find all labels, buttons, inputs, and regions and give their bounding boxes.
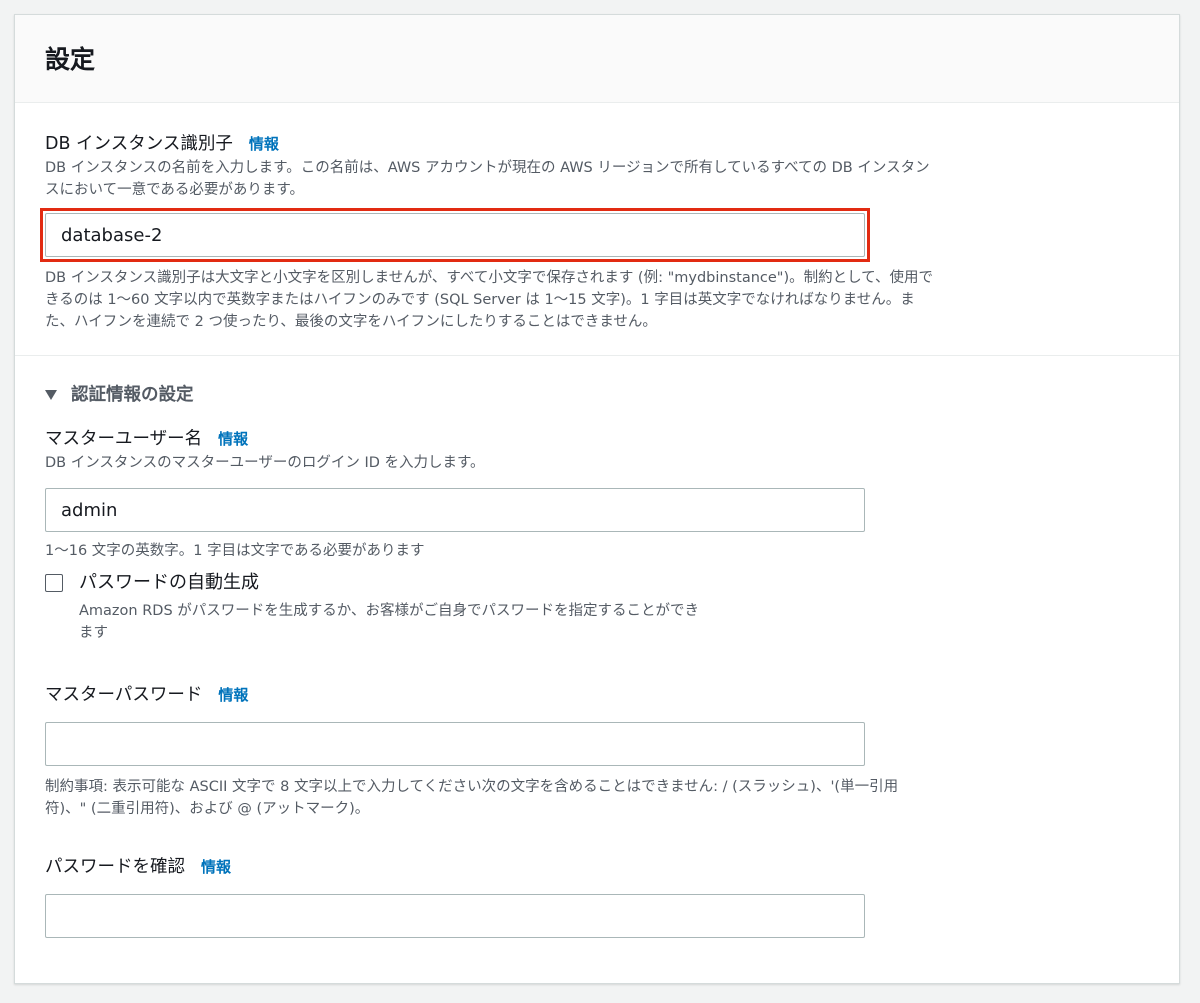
confirm-password-info-link[interactable]: 情報 — [201, 854, 231, 880]
auto-generate-checkbox[interactable] — [45, 574, 63, 592]
credentials-expander[interactable]: 認証情報の設定 — [45, 382, 1149, 408]
auto-generate-field: パスワードの自動生成 Amazon RDS がパスワードを生成するか、お客様がご… — [45, 570, 1149, 644]
auto-generate-description: Amazon RDS がパスワードを生成するか、お客様がご自身でパスワードを指定… — [79, 600, 859, 644]
db-identifier-description-line: DB インスタンスの名前を入力します。この名前は、AWS アカウントが現在の A… — [45, 160, 930, 176]
auto-generate-description-line: ます — [79, 625, 108, 641]
master-username-label: マスターユーザー名 — [45, 429, 203, 449]
credentials-section-label: 認証情報の設定 — [71, 385, 194, 405]
auto-generate-text: パスワードの自動生成 Amazon RDS がパスワードを生成するか、お客様がご… — [79, 570, 859, 644]
db-identifier-input-wrap — [40, 208, 870, 262]
db-identifier-constraint-line: DB インスタンス識別子は大文字と小文字を区別しませんが、すべて小文字で保存され… — [45, 270, 933, 286]
db-identifier-label: DB インスタンス識別子 — [45, 134, 233, 154]
master-password-label-row: マスターパスワード 情報 — [45, 682, 1149, 708]
db-identifier-label-row: DB インスタンス識別子 情報 — [45, 131, 1149, 157]
panel-title: 設定 — [45, 45, 96, 74]
master-password-field: マスターパスワード 情報 制約事項: 表示可能な ASCII 文字で 8 文字以… — [45, 682, 1149, 820]
db-identifier-section: DB インスタンス識別子 情報 DB インスタンスの名前を入力します。この名前は… — [15, 103, 1179, 356]
master-username-input[interactable] — [45, 488, 865, 532]
master-password-constraint-line: 制約事項: 表示可能な ASCII 文字で 8 文字以上で入力してください次の文… — [45, 779, 899, 795]
db-identifier-info-link[interactable]: 情報 — [249, 131, 279, 157]
confirm-password-input[interactable] — [45, 894, 865, 938]
master-password-info-link[interactable]: 情報 — [218, 682, 248, 708]
master-password-input[interactable] — [45, 722, 865, 766]
panel-header: 設定 — [15, 15, 1179, 103]
auto-generate-row[interactable]: パスワードの自動生成 Amazon RDS がパスワードを生成するか、お客様がご… — [45, 570, 1149, 644]
db-identifier-constraint: DB インスタンス識別子は大文字と小文字を区別しませんが、すべて小文字で保存され… — [45, 267, 1149, 333]
confirm-password-input-wrap — [45, 894, 865, 938]
confirm-password-label: パスワードを確認 — [45, 857, 185, 877]
settings-panel: 設定 DB インスタンス識別子 情報 DB インスタンスの名前を入力します。この… — [14, 14, 1180, 984]
confirm-password-field: パスワードを確認 情報 — [45, 854, 1149, 938]
master-password-label: マスターパスワード — [45, 685, 203, 705]
master-username-label-row: マスターユーザー名 情報 — [45, 426, 1149, 452]
credentials-section: 認証情報の設定 マスターユーザー名 情報 DB インスタンスのマスターユーザーの… — [15, 382, 1179, 938]
db-identifier-constraint-line: た、ハイフンを連続で 2 つ使ったり、最後の文字をハイフンにしたりすることはでき… — [45, 314, 657, 330]
master-username-constraint: 1〜16 文字の英数字。1 字目は文字である必要があります — [45, 543, 425, 559]
db-identifier-description: DB インスタンスの名前を入力します。この名前は、AWS アカウントが現在の A… — [45, 157, 1149, 201]
caret-down-icon — [45, 390, 57, 400]
confirm-password-label-row: パスワードを確認 情報 — [45, 854, 1149, 880]
db-identifier-input[interactable] — [45, 213, 865, 257]
db-identifier-description-line: スにおいて一意である必要があります。 — [45, 182, 304, 198]
master-password-constraint: 制約事項: 表示可能な ASCII 文字で 8 文字以上で入力してください次の文… — [45, 776, 1149, 820]
master-username-field: マスターユーザー名 情報 DB インスタンスのマスターユーザーのログイン ID … — [45, 426, 1149, 562]
auto-generate-description-line: Amazon RDS がパスワードを生成するか、お客様がご自身でパスワードを指定… — [79, 603, 699, 619]
auto-generate-label: パスワードの自動生成 — [79, 572, 259, 593]
master-password-input-wrap — [45, 722, 865, 766]
master-username-info-link[interactable]: 情報 — [218, 426, 248, 452]
master-username-input-wrap — [45, 488, 865, 532]
master-password-constraint-line: 符)、" (二重引用符)、および @ (アットマーク)。 — [45, 801, 370, 817]
db-identifier-constraint-line: きるのは 1〜60 文字以内で英数字またはハイフンのみです (SQL Serve… — [45, 292, 915, 308]
master-username-description: DB インスタンスのマスターユーザーのログイン ID を入力します。 — [45, 455, 485, 471]
